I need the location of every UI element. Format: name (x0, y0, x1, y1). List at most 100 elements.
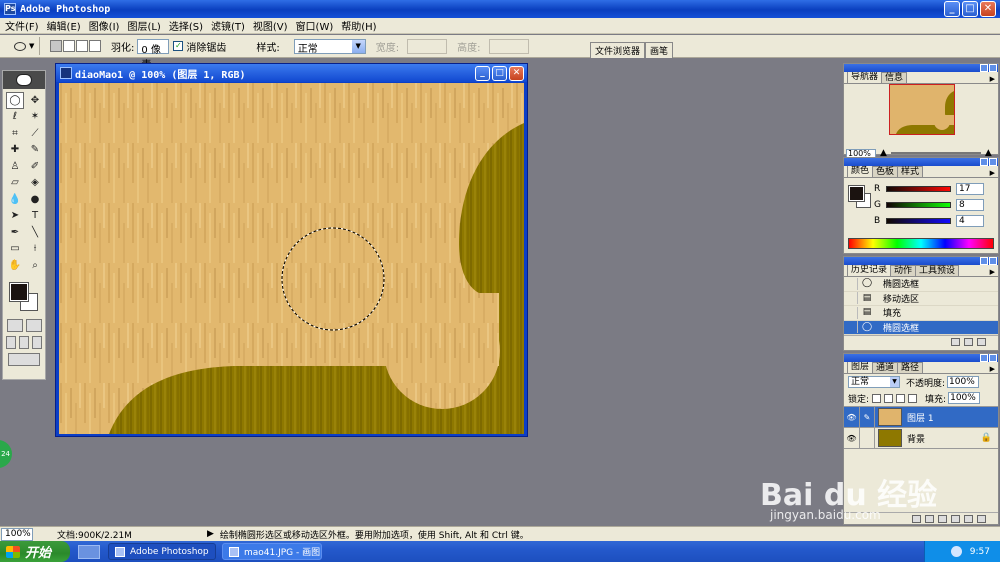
tab-layers[interactable]: 图层 (847, 361, 874, 373)
panel-minimize-button[interactable] (980, 64, 988, 72)
tab-channels[interactable]: 通道 (872, 362, 899, 373)
lasso-tool[interactable]: ℓ (6, 109, 24, 126)
brushes-tab[interactable]: 画笔 (645, 42, 674, 58)
color-spectrum-ramp[interactable] (848, 238, 994, 249)
screen-mode-full-menu-button[interactable] (19, 335, 29, 349)
navigator-zoom-slider[interactable] (890, 152, 981, 154)
width-input[interactable] (407, 38, 448, 54)
green-slider[interactable] (886, 202, 951, 208)
blue-slider[interactable] (886, 218, 951, 224)
minimize-button[interactable]: _ (944, 1, 960, 17)
panel-minimize-button[interactable] (980, 158, 988, 166)
menu-view[interactable]: 视图(V) (251, 18, 294, 33)
style-select[interactable]: 正常 ▼ (293, 38, 366, 55)
tab-color[interactable]: 颜色 (847, 165, 874, 177)
add-selection-button[interactable] (63, 40, 75, 52)
start-button[interactable]: 开始 (0, 541, 70, 562)
tab-actions[interactable]: 动作 (890, 265, 917, 276)
quick-mask-button[interactable] (25, 318, 42, 332)
lock-transparency-icon[interactable] (872, 393, 882, 403)
history-item[interactable]: ▤ 填充 (844, 306, 998, 321)
panel-titlebar[interactable] (844, 257, 998, 265)
type-tool[interactable]: T (26, 208, 44, 225)
new-layer-icon[interactable] (964, 514, 973, 523)
layer-row[interactable]: 👁 背景 🔒 (844, 427, 998, 449)
crop-tool[interactable]: ⌗ (6, 125, 24, 142)
pen-tool[interactable]: ✒ (6, 224, 24, 241)
red-slider[interactable] (886, 186, 951, 192)
standard-mode-button[interactable] (6, 318, 23, 332)
panel-close-button[interactable] (989, 354, 997, 362)
eraser-tool[interactable]: ▱ (6, 175, 24, 192)
path-selection-tool[interactable]: ➤ (6, 208, 24, 225)
menu-layer[interactable]: 图层(L) (125, 18, 166, 33)
file-browser-tab[interactable]: 文件浏览器 (590, 42, 646, 58)
panel-close-button[interactable] (989, 257, 997, 265)
history-item[interactable]: ▤ 移动选区 (844, 292, 998, 306)
tab-navigator[interactable]: 导航器 (847, 71, 883, 83)
history-snapshot-source[interactable] (844, 321, 858, 334)
opacity-input[interactable]: 100% (947, 376, 980, 388)
panel-titlebar[interactable] (844, 354, 998, 362)
doc-maximize-button[interactable]: □ (492, 66, 507, 81)
menu-window[interactable]: 窗口(W) (294, 18, 340, 33)
layer-link-slot[interactable] (860, 427, 875, 449)
panel-close-button[interactable] (989, 158, 997, 166)
tab-tool-presets[interactable]: 工具预设 (915, 265, 960, 276)
history-snapshot-source[interactable] (844, 277, 858, 290)
history-item[interactable]: ◯ 椭圆选框 (844, 277, 998, 292)
screen-mode-standard-button[interactable] (6, 335, 16, 349)
blend-mode-select[interactable]: 正常 ▼ (848, 376, 900, 388)
layer-mask-icon[interactable] (925, 514, 934, 523)
side-float-badge[interactable]: 24 (0, 440, 12, 468)
marquee-tool[interactable]: ◯ (6, 92, 24, 109)
zoom-tool[interactable]: ⌕ (26, 257, 44, 274)
jump-to-imageready-button[interactable] (8, 352, 40, 366)
menu-image[interactable]: 图像(I) (87, 18, 126, 33)
panel-titlebar[interactable] (844, 158, 998, 166)
antialias-checkbox[interactable]: ✓ (173, 41, 184, 51)
layer-brush-icon[interactable]: ✎ (860, 406, 875, 428)
brush-tool[interactable]: ✎ (26, 142, 44, 159)
doc-minimize-button[interactable]: _ (475, 66, 490, 81)
menu-select[interactable]: 选择(S) (167, 18, 209, 33)
adjustment-layer-icon[interactable] (951, 514, 960, 523)
history-snapshot-source[interactable] (844, 292, 858, 305)
new-document-from-state-icon[interactable] (951, 337, 960, 346)
maximize-button[interactable]: □ (962, 1, 978, 17)
history-item-selected[interactable]: ◯ 椭圆选框 (844, 320, 998, 335)
slice-tool[interactable]: ⟋ (26, 125, 44, 142)
eyedropper-tool[interactable]: ⟊ (26, 241, 44, 258)
panel-menu-icon[interactable]: ▶ (990, 75, 995, 83)
height-input[interactable] (488, 38, 529, 54)
screen-mode-full-button[interactable] (32, 335, 42, 349)
close-button[interactable]: ✕ (980, 1, 996, 17)
green-value-input[interactable]: 8 (956, 199, 984, 211)
tab-paths[interactable]: 路径 (897, 362, 924, 373)
healing-brush-tool[interactable]: ✚ (6, 142, 24, 159)
new-set-icon[interactable] (938, 514, 947, 523)
dodge-tool[interactable]: ● (26, 191, 44, 208)
foreground-color-swatch[interactable] (9, 281, 29, 302)
clock[interactable]: 9:57 (970, 547, 990, 557)
history-snapshot-source[interactable] (844, 306, 858, 319)
layer-row-selected[interactable]: 👁 ✎ 图层 1 (844, 406, 998, 428)
visibility-eye-icon[interactable]: 👁 (844, 406, 860, 428)
panel-menu-icon[interactable]: ▶ (990, 268, 995, 276)
trash-icon[interactable] (977, 514, 986, 523)
feather-input[interactable]: 0 像素 (137, 38, 170, 71)
lock-pixels-icon[interactable] (884, 393, 894, 403)
tab-swatches[interactable]: 色板 (872, 166, 899, 177)
app-titlebar[interactable]: Ps Adobe Photoshop _ □ ✕ (0, 0, 1000, 18)
menu-filter[interactable]: 滤镜(T) (209, 18, 251, 33)
paint-bucket-tool[interactable]: ◈ (26, 175, 44, 192)
panel-minimize-button[interactable] (980, 257, 988, 265)
menu-help[interactable]: 帮助(H) (339, 18, 382, 33)
blue-value-input[interactable]: 4 (956, 215, 984, 227)
menu-edit[interactable]: 编辑(E) (45, 18, 87, 33)
panel-titlebar[interactable] (844, 64, 998, 72)
navigator-preview[interactable] (889, 84, 955, 135)
doc-close-button[interactable]: ✕ (509, 66, 524, 81)
lock-position-icon[interactable] (896, 393, 906, 403)
new-snapshot-icon[interactable] (964, 337, 973, 346)
